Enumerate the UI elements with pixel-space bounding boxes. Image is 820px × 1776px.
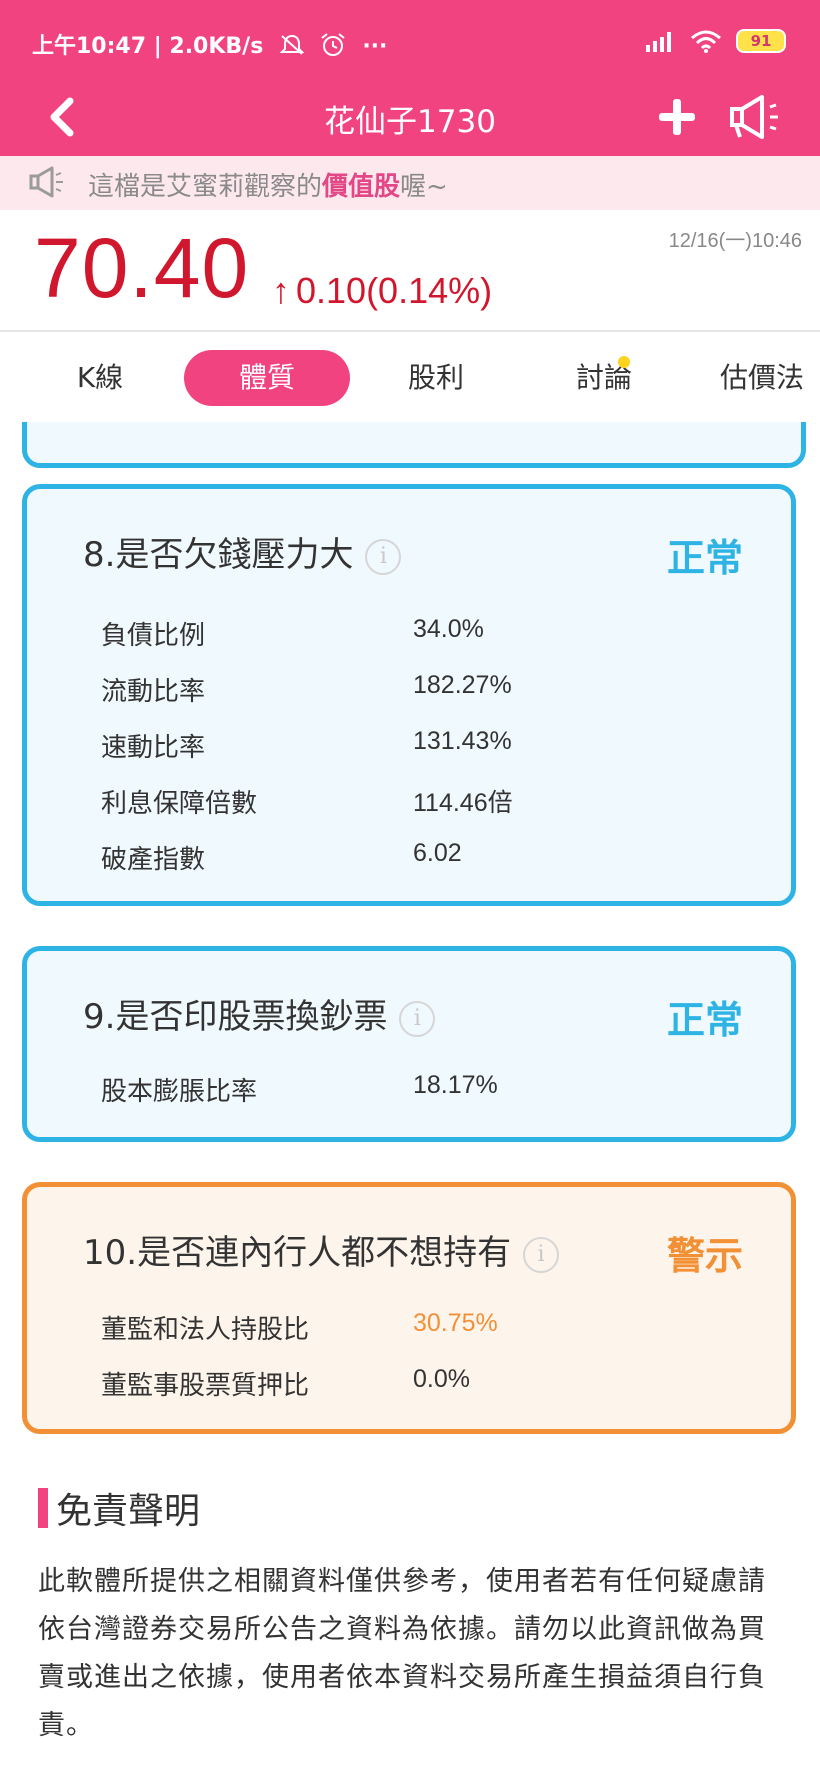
card-title-text: 9.是否印股票換鈔票 bbox=[83, 997, 388, 1037]
heading-accent-bar bbox=[38, 1488, 48, 1528]
metric-value: 18.17% bbox=[413, 1071, 498, 1099]
quote-datetime: 12/16(一)10:46 bbox=[668, 230, 802, 252]
megaphone-icon bbox=[29, 166, 63, 198]
check-card-debt-pressure: 8.是否欠錢壓力大 i 正常 負債比例 34.0% 流動比率 182.27% 速動比率… bbox=[22, 484, 796, 906]
notice-suffix: 喔~ bbox=[400, 172, 448, 202]
plus-icon bbox=[659, 99, 695, 135]
alarm-icon bbox=[321, 33, 345, 56]
metric-value: 182.27% bbox=[413, 671, 512, 699]
metric-label: 流動比率 bbox=[101, 677, 206, 707]
add-watchlist-button[interactable] bbox=[654, 92, 700, 142]
tab-discussion[interactable]: 討論 bbox=[546, 350, 662, 406]
metric-value: 0.0% bbox=[413, 1365, 470, 1393]
tab-kline[interactable]: K線 bbox=[42, 350, 158, 406]
megaphone-icon bbox=[730, 95, 778, 139]
metric-label: 負債比例 bbox=[101, 621, 206, 651]
fundamentals-content[interactable]: 8.是否欠錢壓力大 i 正常 負債比例 34.0% 流動比率 182.27% 速動比率… bbox=[0, 422, 820, 1776]
stock-price: 70.40 bbox=[34, 221, 250, 315]
tab-fundamentals[interactable]: 體質 bbox=[184, 350, 350, 406]
card-title-text: 8.是否欠錢壓力大 bbox=[83, 535, 354, 575]
metric-label: 速動比率 bbox=[101, 733, 206, 763]
tab-dividend[interactable]: 股利 bbox=[378, 350, 494, 406]
notice-highlight: 價值股 bbox=[322, 172, 401, 202]
status-more: ··· bbox=[362, 34, 388, 59]
card-title: 10.是否連內行人都不想持有 i bbox=[83, 1225, 560, 1274]
status-badge: 正常 bbox=[666, 998, 743, 1042]
check-card-dilution: 9.是否印股票換鈔票 i 正常 股本膨脹比率 18.17% bbox=[22, 946, 796, 1142]
status-bar: 上午10:47 | 2.0KB/s ··· 91 bbox=[0, 0, 820, 80]
metric-label: 破產指數 bbox=[101, 845, 206, 875]
status-time-speed: 上午10:47 | 2.0KB/s bbox=[32, 34, 264, 59]
metric-label: 股本膨脹比率 bbox=[101, 1077, 258, 1107]
price-change: ↑ 0.10(0.14%) bbox=[272, 270, 492, 312]
battery-indicator: 91 bbox=[736, 29, 786, 53]
disclaimer-text: 此軟體所提供之相關資料僅供參考，使用者若有任何疑慮請依台灣證券交易所公告之資料為… bbox=[38, 1566, 766, 1741]
announcement-button[interactable] bbox=[724, 90, 788, 144]
metric-value: 34.0% bbox=[413, 615, 484, 643]
status-badge: 警示 bbox=[666, 1234, 743, 1278]
bell-off-icon bbox=[279, 34, 305, 55]
disclaimer-title: 免責聲明 bbox=[56, 1491, 201, 1532]
metric-value: 30.75% bbox=[413, 1309, 498, 1337]
tab-bar: K線 體質 股利 討論 估價法 bbox=[0, 330, 820, 424]
metric-value: 114.46倍 bbox=[413, 789, 513, 817]
notice-text: 這檔是艾蜜莉觀察的價值股喔~ bbox=[88, 166, 448, 203]
price-change-value: 0.10(0.14%) bbox=[296, 270, 493, 311]
info-icon[interactable]: i bbox=[523, 1236, 560, 1273]
status-left: 上午10:47 | 2.0KB/s ··· bbox=[32, 28, 387, 60]
notice-prefix: 這檔是艾蜜莉觀察的 bbox=[88, 172, 323, 202]
metric-label: 董監和法人持股比 bbox=[101, 1315, 310, 1345]
previous-card bbox=[22, 422, 806, 468]
metric-label: 利息保障倍數 bbox=[101, 789, 258, 819]
new-badge-dot bbox=[618, 356, 630, 368]
status-badge: 正常 bbox=[666, 536, 743, 580]
nav-header: 花仙子1730 bbox=[0, 80, 820, 156]
metric-value: 131.43% bbox=[413, 727, 512, 755]
wifi-icon bbox=[691, 30, 721, 53]
up-arrow-icon: ↑ bbox=[272, 270, 290, 311]
observation-notice[interactable]: 這檔是艾蜜莉觀察的價值股喔~ bbox=[0, 156, 820, 210]
info-icon[interactable]: i bbox=[365, 538, 402, 575]
disclaimer-heading: 免責聲明 bbox=[38, 1482, 200, 1534]
card-title: 8.是否欠錢壓力大 i bbox=[83, 527, 402, 576]
card-title: 9.是否印股票換鈔票 i bbox=[83, 989, 436, 1038]
app-header-bar: 上午10:47 | 2.0KB/s ··· 91 花仙子1730 bbox=[0, 0, 820, 156]
card-title-text: 10.是否連內行人都不想持有 bbox=[83, 1233, 512, 1273]
tab-valuation[interactable]: 估價法 bbox=[720, 350, 820, 406]
check-card-insider-holding: 10.是否連內行人都不想持有 i 警示 董監和法人持股比 30.75% 董監事股票質… bbox=[22, 1182, 796, 1434]
metric-value: 6.02 bbox=[413, 839, 462, 867]
info-icon[interactable]: i bbox=[399, 1000, 436, 1037]
signal-icon bbox=[646, 32, 671, 52]
quote-panel: 70.40 ↑ 0.10(0.14%) 12/16(一)10:46 bbox=[0, 210, 820, 328]
status-right: 91 bbox=[646, 26, 786, 56]
metric-label: 董監事股票質押比 bbox=[101, 1371, 310, 1401]
